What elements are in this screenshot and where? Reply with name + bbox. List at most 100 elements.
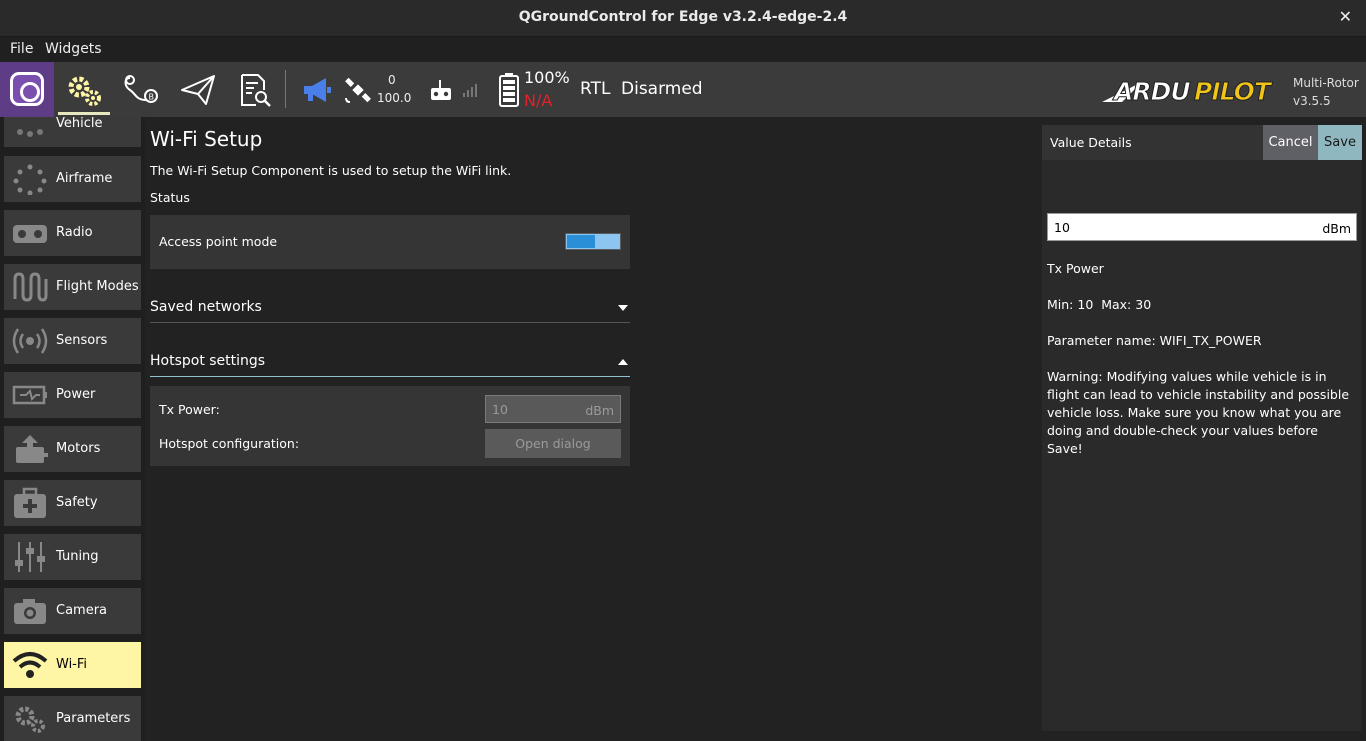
vehicle-icon	[17, 129, 43, 137]
sidebar-item-camera[interactable]: Camera	[4, 588, 141, 634]
hotspot-config-label: Hotspot configuration:	[159, 436, 300, 451]
value-details-panel: Value Details Cancel Save dBm Tx Power M…	[1042, 125, 1362, 731]
status-panel: Access point mode	[150, 215, 630, 269]
wifi-setup-page: Wi-Fi Setup The Wi-Fi Setup Component is…	[145, 117, 1042, 741]
save-button[interactable]: Save	[1318, 125, 1362, 160]
ardupilot-logo: ARDU PILOT	[1102, 72, 1290, 108]
param-description: Tx Power	[1047, 261, 1104, 276]
menu-widgets[interactable]: Widgets	[45, 41, 102, 57]
analyze-icon[interactable]	[232, 62, 276, 117]
battery-percent: 100%	[524, 68, 570, 87]
vehicle-type: Multi-Rotor	[1293, 76, 1359, 90]
wifi-icon	[12, 652, 48, 678]
access-point-toggle[interactable]	[565, 233, 621, 250]
tx-power-value: 10	[492, 402, 508, 417]
gears-icon[interactable]	[58, 62, 110, 117]
param-range: Min: 10 Max: 30	[1047, 297, 1152, 312]
battery-icon[interactable]	[496, 62, 522, 117]
menu-file[interactable]: File	[10, 41, 33, 57]
toolbar-divider	[285, 70, 286, 108]
sidebar-item-vehicle[interactable]: Vehicle	[4, 117, 141, 147]
sidebar-item-radio[interactable]: Radio	[4, 210, 141, 256]
rc-transmitter-icon[interactable]	[426, 62, 456, 117]
sensors-icon	[12, 328, 48, 354]
svg-text:PILOT: PILOT	[1194, 77, 1273, 106]
sidebar-item-label: Motors	[56, 441, 101, 456]
sidebar-item-power[interactable]: Power	[4, 372, 141, 418]
flight-modes-icon	[13, 272, 48, 302]
signal-bars-icon	[460, 62, 482, 117]
tuning-icon	[15, 542, 45, 572]
camera-icon	[14, 599, 46, 624]
sidebar-item-flight-modes[interactable]: Flight Modes	[4, 264, 141, 310]
radio-icon	[13, 225, 47, 243]
active-tool-indicator	[58, 112, 110, 115]
param-name: Parameter name: WIFI_TX_POWER	[1047, 333, 1262, 348]
safety-icon	[14, 487, 46, 518]
sidebar-item-label: Camera	[56, 603, 108, 618]
setup-sidebar: Vehicle Airframe Radio Flight Modes Sens…	[0, 117, 145, 741]
chevron-up-icon	[618, 359, 628, 365]
sidebar-item-label: Vehicle	[56, 117, 103, 131]
airframe-icon	[13, 164, 47, 195]
megaphone-icon[interactable]	[298, 62, 336, 117]
value-details-header: Value Details Cancel Save	[1042, 125, 1362, 160]
cancel-button[interactable]: Cancel	[1263, 125, 1318, 160]
status-label: Status	[150, 190, 190, 205]
hotspot-settings-header[interactable]: Hotspot settings	[150, 349, 630, 377]
window-title: QGroundControl for Edge v3.2.4-edge-2.4	[518, 9, 848, 25]
tx-power-field[interactable]: 10 dBm	[485, 395, 621, 423]
tx-power-unit: dBm	[585, 403, 614, 418]
tx-power-label: Tx Power:	[159, 402, 220, 417]
sidebar-item-sensors[interactable]: Sensors	[4, 318, 141, 364]
hotspot-settings-label: Hotspot settings	[150, 353, 266, 369]
sidebar-item-label: Tuning	[56, 549, 99, 564]
plan-route-icon[interactable]: B	[118, 62, 162, 117]
close-icon[interactable]: ✕	[1339, 7, 1352, 26]
open-dialog-button[interactable]: Open dialog	[485, 429, 621, 458]
sidebar-item-wifi[interactable]: Wi-Fi	[4, 642, 141, 688]
sidebar-item-label: Wi-Fi	[56, 657, 88, 672]
battery-voltage: N/A	[524, 91, 553, 110]
sidebar-item-label: Airframe	[56, 171, 113, 186]
sidebar-item-motors[interactable]: Motors	[4, 426, 141, 472]
satellite-icon[interactable]	[340, 62, 376, 117]
sidebar-item-label: Safety	[56, 495, 98, 510]
sidebar-item-label: Sensors	[56, 333, 108, 348]
value-input[interactable]	[1048, 214, 1308, 240]
arm-state[interactable]: Disarmed	[621, 79, 703, 99]
value-unit: dBm	[1322, 221, 1351, 236]
toggle-knob	[567, 235, 595, 248]
menu-bar: File Widgets	[0, 37, 1366, 62]
access-point-label: Access point mode	[159, 234, 278, 249]
qgc-logo-icon[interactable]	[0, 62, 54, 117]
motors-icon	[16, 435, 48, 463]
gps-hdop: 100.0	[377, 91, 412, 105]
parameters-icon	[15, 706, 45, 733]
sidebar-item-tuning[interactable]: Tuning	[4, 534, 141, 580]
firmware-version: v3.5.5	[1293, 94, 1331, 108]
svg-text:B: B	[149, 92, 155, 101]
warning-text: Warning: Modifying values while vehicle …	[1047, 369, 1350, 456]
sidebar-item-airframe[interactable]: Airframe	[4, 156, 141, 202]
sidebar-item-label: Radio	[56, 225, 93, 240]
page-title: Wi-Fi Setup	[150, 127, 263, 151]
sidebar-item-label: Flight Modes	[56, 279, 139, 294]
power-icon	[12, 385, 47, 405]
window-titlebar: QGroundControl for Edge v3.2.4-edge-2.4 …	[0, 0, 1366, 37]
fly-plane-icon[interactable]	[176, 62, 220, 117]
saved-networks-header[interactable]: Saved networks	[150, 295, 630, 323]
value-input-box: dBm	[1047, 213, 1357, 241]
gps-count: 0	[388, 73, 396, 87]
sidebar-item-safety[interactable]: Safety	[4, 480, 141, 526]
svg-text:ARDU: ARDU	[1112, 77, 1190, 106]
main-toolbar: B 0 100.0 100% N/A RTL Disarmed ARDU PIL…	[0, 62, 1366, 117]
flight-mode[interactable]: RTL	[580, 79, 610, 99]
saved-networks-label: Saved networks	[150, 299, 262, 315]
chevron-down-icon	[618, 305, 628, 311]
sidebar-item-label: Power	[56, 387, 96, 402]
sidebar-item-parameters[interactable]: Parameters	[4, 696, 141, 741]
sidebar-item-label: Parameters	[56, 711, 131, 726]
page-description: The Wi-Fi Setup Component is used to set…	[150, 163, 512, 178]
hotspot-settings-panel: Tx Power: 10 dBm Hotspot configuration: …	[150, 386, 630, 466]
